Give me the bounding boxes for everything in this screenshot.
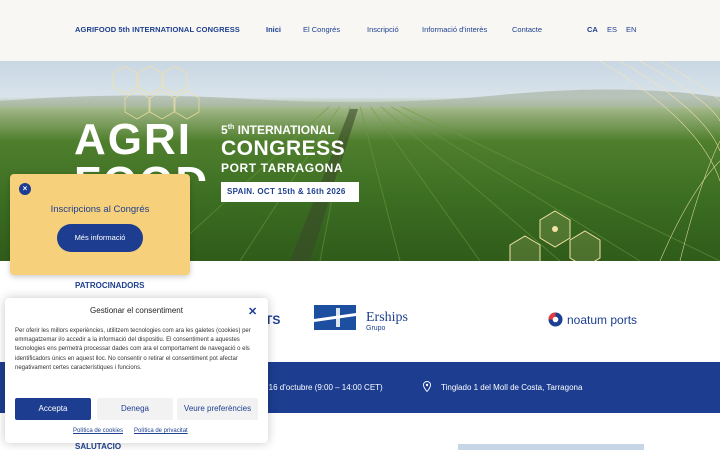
- cookie-consent-dialog: Gestionar el consentiment ✕ Per oferir l…: [5, 298, 268, 443]
- tech-node-icon: [552, 226, 558, 232]
- privacy-policy-link[interactable]: Política de privacitat: [134, 428, 188, 434]
- nav-item-inici[interactable]: Inici: [266, 25, 281, 34]
- nav-item-contacte[interactable]: Contacte: [512, 25, 542, 34]
- hero-edition: 5th INTERNATIONAL: [221, 123, 335, 137]
- hero-date-badge: SPAIN. OCT 15th & 16th 2026: [221, 182, 359, 202]
- accept-button[interactable]: Accepta: [15, 398, 91, 420]
- cookie-policy-link[interactable]: Política de cookies: [73, 428, 123, 434]
- page: AGRIFOOD 5th INTERNATIONAL CONGRESS Inic…: [0, 0, 720, 450]
- close-icon[interactable]: ×: [19, 183, 31, 195]
- salutacio-image: [458, 444, 644, 450]
- event-dates: – 16 d'octubre (9:00 – 14:00 CET): [262, 383, 383, 392]
- hero-logo-agri: AGRI: [74, 115, 192, 164]
- nav-item-el-congres[interactable]: El Congrés: [303, 25, 340, 34]
- more-info-button[interactable]: Més informació: [57, 224, 143, 252]
- ership-subtitle: Grupo: [366, 325, 386, 332]
- event-location: Tinglado 1 del Moll de Costa, Tarragona: [441, 383, 583, 392]
- location-pin-icon: [423, 381, 431, 392]
- salutacio-heading: SALUTACIÓ: [75, 442, 122, 450]
- nav-item-inscripcio[interactable]: Inscripció: [367, 25, 399, 34]
- preferences-button[interactable]: Veure preferències: [177, 398, 258, 420]
- consent-title: Gestionar el consentiment: [90, 306, 183, 315]
- site-brand[interactable]: AGRIFOOD 5th INTERNATIONAL CONGRESS: [75, 25, 240, 34]
- site-header: AGRIFOOD 5th INTERNATIONAL CONGRESS Inic…: [0, 0, 720, 61]
- ership-name: Erships: [366, 310, 408, 325]
- lang-en[interactable]: EN: [626, 25, 636, 34]
- nav-item-informacio[interactable]: Informació d'interès: [422, 25, 487, 34]
- close-icon[interactable]: ✕: [248, 305, 257, 318]
- consent-text: Per oferir les millors experiències, uti…: [15, 328, 251, 371]
- hero-port: PORT TARRAGONA: [221, 161, 344, 175]
- ership-logo-icon[interactable]: [314, 305, 356, 330]
- hero-congress: CONGRESS: [221, 137, 346, 160]
- lang-es[interactable]: ES: [607, 25, 617, 34]
- lang-ca[interactable]: CA: [587, 25, 598, 34]
- registration-popup: × Inscripcions al Congrés Més informació: [10, 174, 190, 275]
- deny-button[interactable]: Denega: [97, 398, 173, 420]
- noatum-logo-icon[interactable]: [548, 312, 563, 327]
- noatum-name: noatum ports: [567, 313, 638, 327]
- sponsors-heading: PATROCINADORS: [75, 281, 145, 290]
- popup-title: Inscripcions al Congrés: [50, 204, 150, 215]
